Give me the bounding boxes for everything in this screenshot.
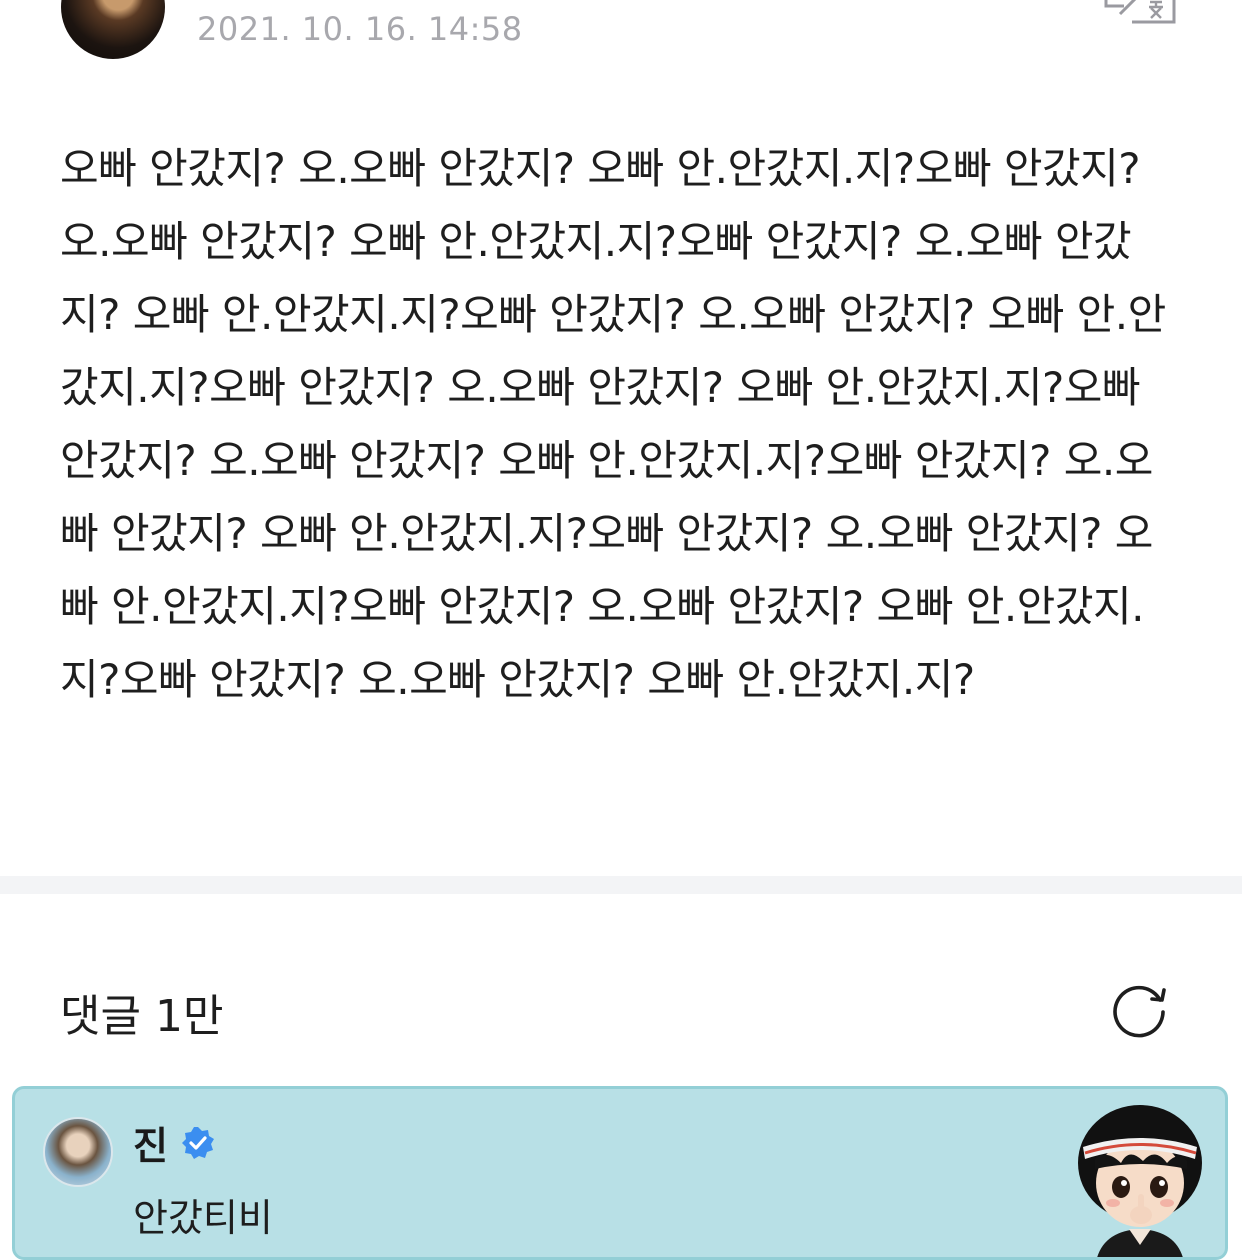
translate-button[interactable]	[1102, 0, 1176, 26]
verified-badge-icon	[181, 1126, 214, 1159]
highlighted-artist-comment[interactable]: 진 안갔티비	[12, 1086, 1228, 1260]
post-timestamp: 2021. 10. 16. 14:58	[197, 10, 523, 48]
comment-text: 안갔티비	[133, 1196, 273, 1240]
section-divider	[0, 876, 1242, 894]
refresh-icon	[1113, 985, 1166, 1038]
comment-author-name[interactable]: 진	[133, 1115, 168, 1170]
character-sticker	[1078, 1105, 1202, 1257]
refresh-button[interactable]	[1108, 978, 1170, 1040]
post-body-text: 오빠 안갔지? 오.오빠 안갔지? 오빠 안.안갔지.지?오빠 안갔지? 오.오…	[60, 144, 1166, 704]
comment-author-row: 진	[133, 1115, 216, 1170]
post-detail-screen: 2021. 10. 16. 14:58 오빠 안갔지? 오.오빠 안갔지? 오빠…	[0, 0, 1242, 1260]
translate-icon	[1104, 0, 1176, 24]
author-avatar[interactable]	[61, 0, 165, 59]
comments-count-title: 댓글 1만	[60, 991, 224, 1042]
commenter-avatar[interactable]	[43, 1117, 113, 1187]
